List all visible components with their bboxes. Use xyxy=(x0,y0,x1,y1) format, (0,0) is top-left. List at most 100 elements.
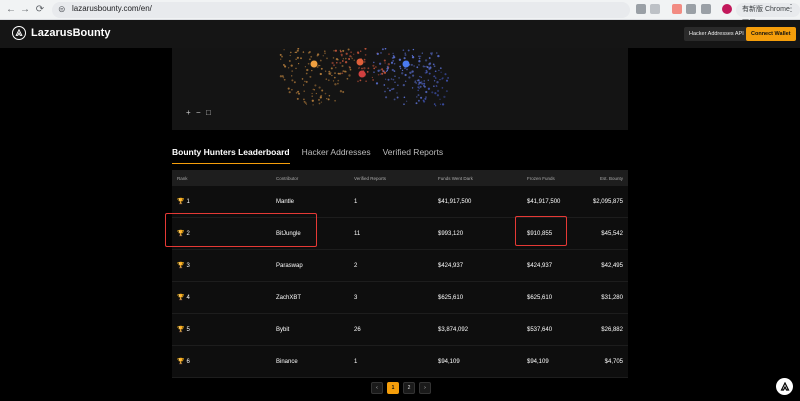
graph-node xyxy=(304,66,306,68)
graph-node xyxy=(335,67,337,69)
zoom-out-button[interactable]: − xyxy=(196,108,201,117)
prev-page-button[interactable]: ‹ xyxy=(371,382,383,394)
next-page-button[interactable]: › xyxy=(419,382,431,394)
menu-icon[interactable]: ⋮ xyxy=(786,3,796,14)
graph-hub-node[interactable] xyxy=(356,58,364,66)
graph-node xyxy=(332,80,335,82)
graph-node xyxy=(333,76,336,79)
graph-node xyxy=(422,99,425,102)
graph-node xyxy=(301,78,304,80)
graph-node xyxy=(435,70,437,72)
brand-link[interactable]: LazarusBounty xyxy=(12,26,110,40)
graph-node xyxy=(427,79,429,81)
contributor-cell[interactable]: Bybit xyxy=(276,314,289,345)
graph-node xyxy=(364,54,367,56)
site-info-icon[interactable]: ⊜ xyxy=(58,4,66,15)
graph-node xyxy=(383,59,386,62)
graph-node xyxy=(287,87,290,90)
contributor-cell[interactable]: ZachXBT xyxy=(276,282,301,313)
graph-node xyxy=(342,91,345,93)
graph-node xyxy=(327,79,330,82)
graph-node xyxy=(307,62,310,65)
graph-node xyxy=(377,73,380,76)
graph-node xyxy=(425,90,428,94)
graph-node xyxy=(419,75,421,78)
graph-node xyxy=(411,87,414,89)
reports-cell: 11 xyxy=(354,230,361,237)
graph-node xyxy=(334,99,336,102)
graph-node xyxy=(337,72,340,75)
trophy-icon: 🏆 xyxy=(177,327,185,333)
graph-node xyxy=(290,64,293,67)
graph-canvas[interactable] xyxy=(172,48,628,130)
graph-node xyxy=(429,62,432,65)
graph-node xyxy=(424,71,427,74)
tab-verified-reports[interactable]: Verified Reports xyxy=(383,146,443,164)
graph-hub-node[interactable] xyxy=(402,60,410,68)
graph-node xyxy=(404,67,406,70)
tab-leaderboard[interactable]: Bounty Hunters Leaderboard xyxy=(172,146,290,164)
graph-node xyxy=(447,76,450,79)
graph-hub-node[interactable] xyxy=(358,70,366,78)
graph-node xyxy=(411,56,415,59)
extension-icon[interactable] xyxy=(686,4,696,14)
graph-node xyxy=(391,62,393,65)
graph-node xyxy=(333,64,335,67)
fit-view-button[interactable]: □ xyxy=(206,108,211,117)
graph-node xyxy=(339,61,342,64)
graph-node xyxy=(393,70,396,72)
hacker-addresses-api-button[interactable]: Hacker Addresses API xyxy=(684,27,749,41)
graph-node xyxy=(314,84,317,87)
contributor-cell[interactable]: Binance xyxy=(276,346,298,377)
column-header-bounty: Est. Bounty xyxy=(599,175,623,181)
graph-node xyxy=(380,51,382,54)
contributor-cell[interactable]: Paraswap xyxy=(276,250,303,281)
graph-node xyxy=(341,64,344,68)
profile-avatar[interactable] xyxy=(722,4,732,14)
graph-node xyxy=(324,70,327,72)
funds-cell: $424,937 xyxy=(438,262,464,269)
graph-node xyxy=(372,79,374,81)
graph-node xyxy=(417,94,420,97)
graph-node xyxy=(346,77,349,80)
graph-node xyxy=(348,65,351,68)
trophy-icon: 🏆 xyxy=(177,295,185,301)
puzzle-icon[interactable] xyxy=(701,4,711,14)
graph-node xyxy=(424,97,427,100)
graph-node xyxy=(363,67,366,70)
graph-node xyxy=(417,89,420,92)
graph-node xyxy=(311,92,313,95)
graph-node xyxy=(436,81,439,84)
graph-node xyxy=(441,77,444,80)
translate-icon[interactable] xyxy=(636,4,646,14)
forward-icon[interactable]: → xyxy=(18,3,32,17)
graph-node xyxy=(334,49,338,52)
graph-node xyxy=(287,67,290,69)
graph-node xyxy=(325,78,328,80)
page-1-button[interactable]: 1 xyxy=(387,382,399,394)
address-url[interactable]: lazarusbounty.com/en/ xyxy=(72,4,152,13)
graph-node xyxy=(425,96,427,98)
address-bar[interactable]: ⊜ lazarusbounty.com/en/ xyxy=(52,2,630,18)
graph-node xyxy=(428,57,431,59)
reload-icon[interactable]: ⟳ xyxy=(33,3,47,17)
extension-icon[interactable] xyxy=(672,4,682,14)
graph-node xyxy=(345,52,348,55)
graph-node xyxy=(311,99,314,102)
graph-node xyxy=(344,61,348,64)
zoom-in-button[interactable]: + xyxy=(186,108,191,117)
trophy-icon: 🏆 xyxy=(177,263,185,269)
connect-wallet-button[interactable]: Connect Wallet xyxy=(746,27,796,41)
floating-logo-button[interactable] xyxy=(776,378,793,395)
graph-node xyxy=(288,60,291,62)
tab-hacker-addresses[interactable]: Hacker Addresses xyxy=(302,146,371,164)
frozen-cell: $41,917,500 xyxy=(527,198,561,205)
graph-node xyxy=(413,65,415,67)
bookmark-star-icon[interactable] xyxy=(650,4,660,14)
graph-node xyxy=(328,70,331,73)
graph-node xyxy=(350,51,352,54)
graph-hub-node[interactable] xyxy=(310,60,318,68)
network-graph[interactable]: + − □ xyxy=(172,48,628,130)
back-icon[interactable]: ← xyxy=(4,3,18,17)
page-2-button[interactable]: 2 xyxy=(403,382,415,394)
